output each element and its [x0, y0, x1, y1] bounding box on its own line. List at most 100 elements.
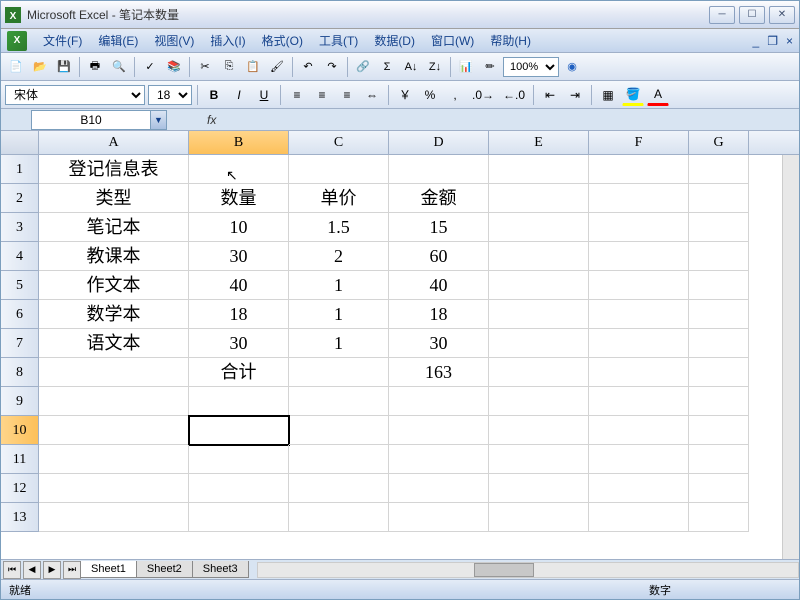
cell-D8[interactable]: 163 — [389, 358, 489, 387]
cell-B3[interactable]: 10 — [189, 213, 289, 242]
cell-A11[interactable] — [39, 445, 189, 474]
sheet-tab-sheet1[interactable]: Sheet1 — [80, 561, 137, 578]
cell-B9[interactable] — [189, 387, 289, 416]
cell-E3[interactable] — [489, 213, 589, 242]
drawing-icon[interactable]: ✏ — [479, 56, 501, 78]
cell-C2[interactable]: 单价 — [289, 184, 389, 213]
menu-help[interactable]: 帮助(H) — [482, 30, 539, 51]
cell-C12[interactable] — [289, 474, 389, 503]
italic-button[interactable]: I — [228, 84, 250, 106]
currency-icon[interactable]: ￥ — [394, 84, 416, 106]
sheet-tab-sheet3[interactable]: Sheet3 — [192, 561, 249, 578]
column-header-A[interactable]: A — [39, 131, 189, 154]
cell-F13[interactable] — [589, 503, 689, 532]
cell-D9[interactable] — [389, 387, 489, 416]
cell-A3[interactable]: 笔记本 — [39, 213, 189, 242]
cut-icon[interactable]: ✂ — [194, 56, 216, 78]
cell-G9[interactable] — [689, 387, 749, 416]
row-header-13[interactable]: 13 — [1, 503, 39, 532]
cell-A7[interactable]: 语文本 — [39, 329, 189, 358]
help-icon[interactable]: ◉ — [561, 56, 583, 78]
cell-G3[interactable] — [689, 213, 749, 242]
cell-E11[interactable] — [489, 445, 589, 474]
cell-G2[interactable] — [689, 184, 749, 213]
column-header-D[interactable]: D — [389, 131, 489, 154]
paste-icon[interactable]: 📋 — [242, 56, 264, 78]
fx-icon[interactable]: fx — [207, 113, 216, 127]
formula-bar[interactable]: fx — [207, 113, 222, 127]
hyperlink-icon[interactable]: 🔗 — [352, 56, 374, 78]
cell-area[interactable]: 1登记信息表2类型数量单价金额3笔记本101.5154教课本302605作文本4… — [1, 155, 799, 559]
cell-C6[interactable]: 1 — [289, 300, 389, 329]
menu-data[interactable]: 数据(D) — [366, 30, 423, 51]
name-box-dropdown-icon[interactable]: ▼ — [151, 110, 167, 130]
select-all-corner[interactable] — [1, 131, 39, 154]
mdi-minimize-button[interactable]: _ — [753, 34, 760, 48]
cell-G4[interactable] — [689, 242, 749, 271]
minimize-button[interactable]: ─ — [709, 6, 735, 24]
cell-B5[interactable]: 40 — [189, 271, 289, 300]
tab-nav-prev-icon[interactable]: ◀ — [23, 561, 41, 579]
cell-A1[interactable]: 登记信息表 — [39, 155, 189, 184]
increase-indent-icon[interactable]: ⇥ — [564, 84, 586, 106]
menu-tools[interactable]: 工具(T) — [311, 30, 366, 51]
cell-B4[interactable]: 30 — [189, 242, 289, 271]
cell-E4[interactable] — [489, 242, 589, 271]
cell-D12[interactable] — [389, 474, 489, 503]
cell-G7[interactable] — [689, 329, 749, 358]
menu-view[interactable]: 视图(V) — [146, 30, 202, 51]
print-preview-icon[interactable]: 🔍 — [108, 56, 130, 78]
spellcheck-icon[interactable]: ✓ — [139, 56, 161, 78]
cell-B7[interactable]: 30 — [189, 329, 289, 358]
cell-A13[interactable] — [39, 503, 189, 532]
cell-F12[interactable] — [589, 474, 689, 503]
row-header-7[interactable]: 7 — [1, 329, 39, 358]
cell-D11[interactable] — [389, 445, 489, 474]
cell-A9[interactable] — [39, 387, 189, 416]
cell-A12[interactable] — [39, 474, 189, 503]
cell-F7[interactable] — [589, 329, 689, 358]
cell-C8[interactable] — [289, 358, 389, 387]
underline-button[interactable]: U — [253, 84, 275, 106]
copy-icon[interactable]: ⎘ — [218, 56, 240, 78]
cell-E8[interactable] — [489, 358, 589, 387]
column-header-G[interactable]: G — [689, 131, 749, 154]
maximize-button[interactable]: ☐ — [739, 6, 765, 24]
percent-icon[interactable]: % — [419, 84, 441, 106]
row-header-10[interactable]: 10 — [1, 416, 39, 445]
cell-E10[interactable] — [489, 416, 589, 445]
tab-nav-next-icon[interactable]: ▶ — [43, 561, 61, 579]
cell-C4[interactable]: 2 — [289, 242, 389, 271]
menu-file[interactable]: 文件(F) — [35, 30, 90, 51]
cell-D1[interactable] — [389, 155, 489, 184]
cell-F6[interactable] — [589, 300, 689, 329]
row-header-2[interactable]: 2 — [1, 184, 39, 213]
chart-icon[interactable]: 📊 — [455, 56, 477, 78]
cell-D3[interactable]: 15 — [389, 213, 489, 242]
autosum-icon[interactable]: Σ — [376, 56, 398, 78]
cell-B6[interactable]: 18 — [189, 300, 289, 329]
vertical-scrollbar[interactable] — [782, 155, 799, 559]
cell-G8[interactable] — [689, 358, 749, 387]
cell-G10[interactable] — [689, 416, 749, 445]
name-box[interactable]: B10 — [31, 110, 151, 130]
menu-insert[interactable]: 插入(I) — [202, 30, 253, 51]
cell-B8[interactable]: 合计 — [189, 358, 289, 387]
cell-G11[interactable] — [689, 445, 749, 474]
cell-B12[interactable] — [189, 474, 289, 503]
open-icon[interactable]: 📂 — [29, 56, 51, 78]
cell-C7[interactable]: 1 — [289, 329, 389, 358]
cell-G5[interactable] — [689, 271, 749, 300]
cell-C9[interactable] — [289, 387, 389, 416]
cell-C10[interactable] — [289, 416, 389, 445]
cell-A8[interactable] — [39, 358, 189, 387]
cell-A6[interactable]: 数学本 — [39, 300, 189, 329]
align-left-icon[interactable]: ≡ — [286, 84, 308, 106]
cell-E1[interactable] — [489, 155, 589, 184]
cell-A10[interactable] — [39, 416, 189, 445]
row-header-1[interactable]: 1 — [1, 155, 39, 184]
column-header-C[interactable]: C — [289, 131, 389, 154]
bold-button[interactable]: B — [203, 84, 225, 106]
cell-E2[interactable] — [489, 184, 589, 213]
align-right-icon[interactable]: ≡ — [336, 84, 358, 106]
